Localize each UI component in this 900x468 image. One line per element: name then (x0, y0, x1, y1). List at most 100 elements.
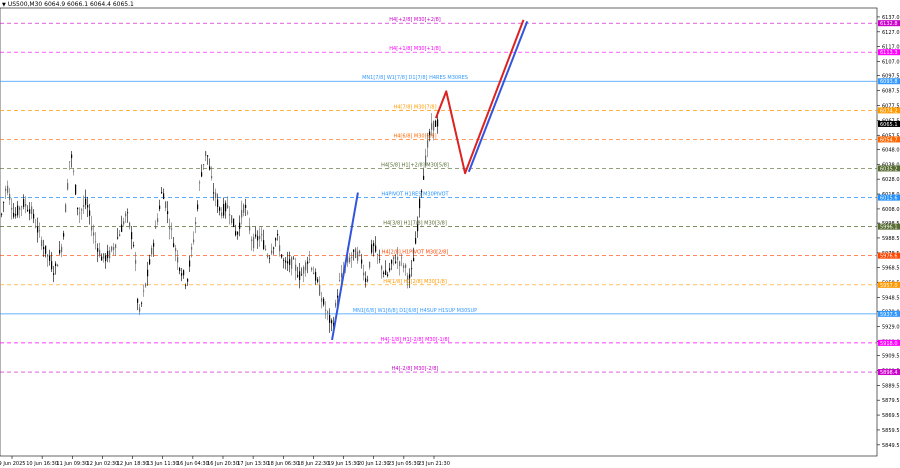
candle-body (165, 201, 167, 208)
level-label: H4[-2/8] M30[-2/8] (392, 366, 439, 372)
candle-body (287, 261, 289, 264)
candle-body (241, 209, 243, 218)
candle-body (259, 235, 261, 240)
candle-body (13, 212, 15, 217)
price-tag-label: 6113.3 (880, 50, 898, 56)
y-tick-label: 5909.5 (882, 354, 900, 360)
candle-body (279, 245, 281, 252)
candle-body (31, 206, 33, 214)
level-label: MN1[6/8] W1[6/8] D1[6/8] H4SUP H1SUP M30… (353, 308, 477, 314)
candle-body (363, 272, 365, 276)
x-tick-label: 13 Jun 11:30 (147, 461, 179, 467)
candle-body (177, 257, 179, 263)
y-tick-label: 5849.5 (882, 443, 900, 449)
candle-body (239, 222, 241, 230)
candle-body (133, 245, 135, 247)
candle-body (285, 260, 287, 263)
candle-body (61, 246, 63, 253)
candle-body (401, 257, 403, 259)
x-tick-label: 17 Jun 13:30 (237, 461, 269, 467)
candle-body (309, 258, 311, 260)
candle-body (197, 204, 199, 210)
price-tag-label: 6074.2 (880, 108, 898, 114)
price-tag-label: 5996.1 (880, 225, 898, 231)
y-tick-label: 5879.5 (882, 398, 900, 404)
candle-body (53, 273, 55, 275)
candle-body (111, 246, 113, 251)
projection-line (467, 21, 529, 173)
candle-body (397, 256, 399, 260)
candle-body (5, 188, 7, 191)
candle-body (381, 265, 383, 270)
y-tick-label: 6107.0 (882, 60, 900, 66)
candle-body (211, 176, 213, 179)
candle-body (139, 307, 141, 312)
candle-body (275, 238, 277, 241)
candle-body (305, 262, 307, 271)
candle-body (11, 207, 13, 210)
candle-body (143, 290, 145, 292)
candle-body (181, 273, 183, 276)
candle-body (21, 206, 23, 208)
candle-body (399, 261, 401, 266)
candle-body (23, 199, 25, 207)
candle-body (123, 221, 125, 225)
candle-body (243, 204, 245, 213)
candle-body (29, 209, 31, 214)
candle-body (119, 234, 121, 237)
candle-body (251, 239, 253, 242)
candle-body (203, 164, 205, 166)
candle-body (63, 233, 65, 237)
price-tag-label: 6054.7 (880, 137, 898, 143)
candle-body (175, 248, 177, 252)
price-tag-label: 6093.8 (880, 79, 898, 85)
price-chart[interactable]: 6137.06127.06117.06107.06097.56087.56077… (0, 0, 900, 468)
level-label: MN1[7/8] W1[7/8] D1[7/8] H4RES M30RES (362, 75, 468, 81)
candle-body (255, 234, 257, 237)
candle-body (33, 213, 35, 219)
candle-body (17, 205, 19, 216)
candle-body (213, 192, 215, 194)
candle-body (37, 226, 39, 233)
candle-body (293, 258, 295, 260)
candle-body (295, 264, 297, 271)
price-tag-label: 5918.0 (880, 341, 898, 347)
candle-body (427, 140, 429, 148)
candle-body (215, 192, 217, 199)
candle-body (39, 230, 41, 232)
candle-body (191, 247, 193, 250)
candle-body (27, 209, 29, 212)
candle-body (373, 243, 375, 247)
candle-body (283, 259, 285, 261)
y-tick-label: 5929.0 (882, 325, 900, 331)
candle-body (273, 247, 275, 249)
candle-body (437, 119, 439, 127)
candle-body (265, 249, 267, 250)
candle-body (409, 274, 411, 279)
candle-body (51, 261, 53, 270)
y-tick-label: 6127.0 (882, 30, 900, 36)
candle-body (71, 154, 73, 158)
candle-body (385, 270, 387, 276)
candle-body (3, 202, 5, 203)
candle-body (195, 221, 197, 225)
candle-body (337, 295, 339, 298)
candle-body (107, 250, 109, 259)
candle-body (149, 259, 151, 265)
candle-body (415, 238, 417, 244)
candle-body (299, 271, 301, 281)
candle-body (19, 207, 21, 211)
candle-body (379, 259, 381, 260)
y-tick-label: 5988.5 (882, 236, 900, 242)
y-tick-label: 6048.0 (882, 147, 900, 153)
candle-body (159, 205, 161, 210)
candle-body (115, 244, 117, 249)
candle-body (387, 274, 389, 276)
x-tick-label: 18 Jun 06:30 (267, 461, 299, 467)
candle-body (417, 224, 419, 232)
projection-line (331, 192, 359, 341)
candle-body (395, 261, 397, 263)
candle-body (169, 227, 171, 230)
projection-line (434, 19, 525, 175)
candle-body (291, 257, 293, 269)
